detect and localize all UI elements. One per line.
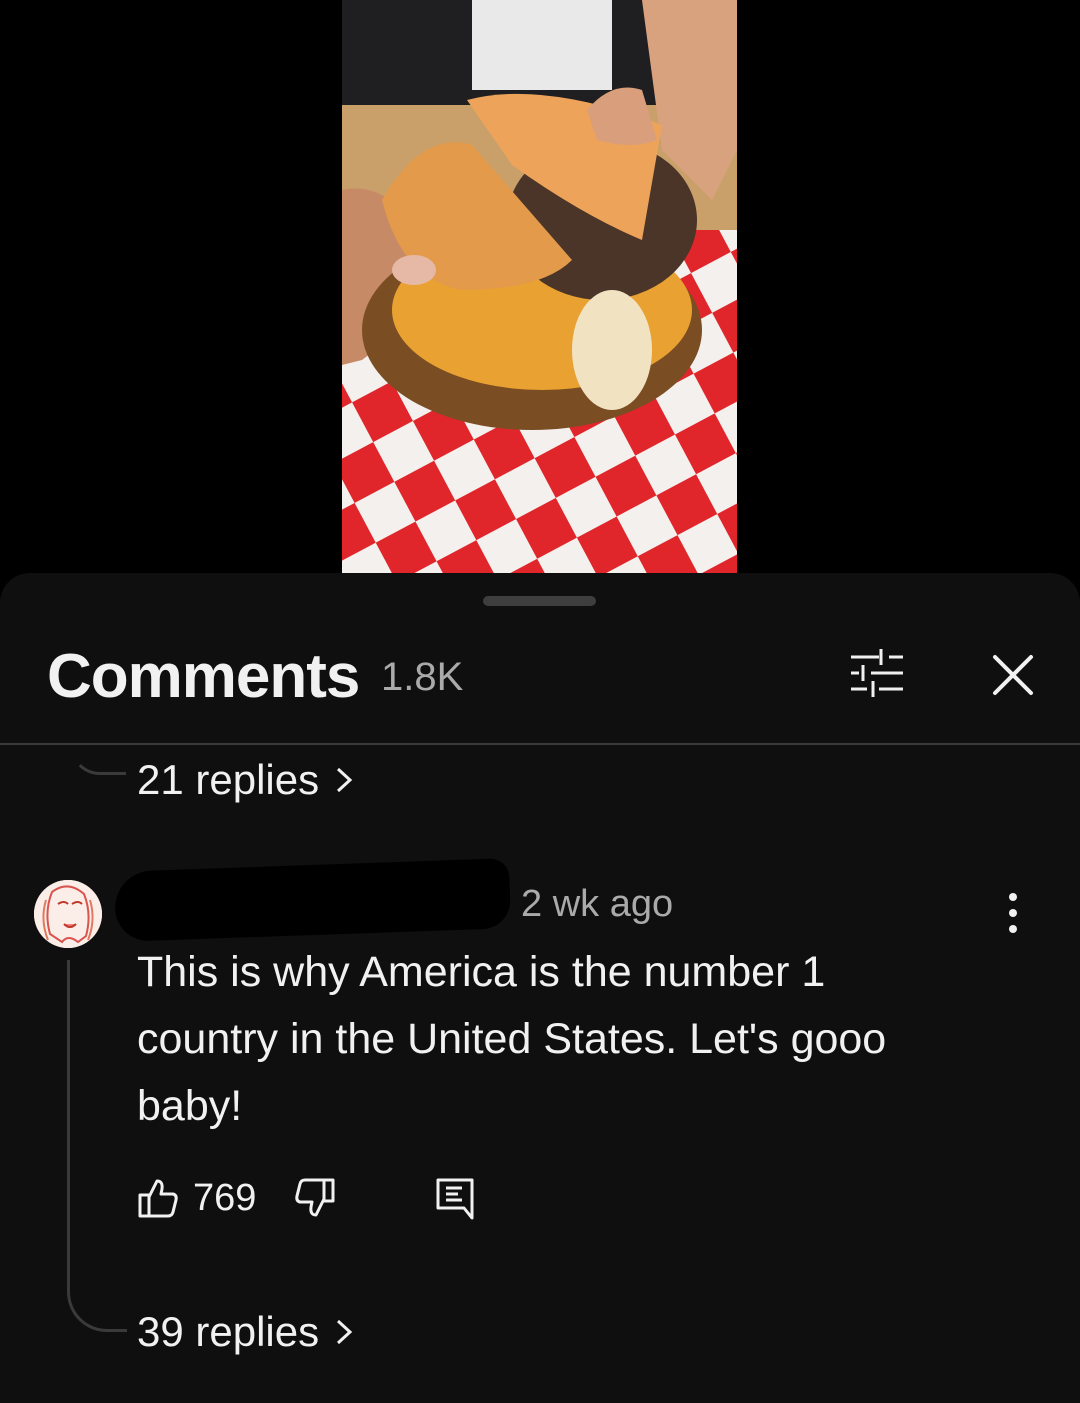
- replies-label: 21 replies: [137, 756, 320, 803]
- comment-actions: 769: [137, 1176, 476, 1220]
- video-frame[interactable]: [342, 0, 737, 573]
- dislike-button[interactable]: [294, 1177, 336, 1219]
- reply-button[interactable]: [434, 1176, 476, 1220]
- replies-label: 39 replies: [137, 1308, 320, 1355]
- thumbs-down-icon: [295, 1178, 335, 1217]
- reply-icon: [436, 1178, 474, 1220]
- view-replies-button[interactable]: 39 replies: [137, 1308, 355, 1356]
- video-player[interactable]: [0, 0, 1080, 573]
- view-replies-button[interactable]: 21 replies: [137, 756, 355, 804]
- comment-timestamp: 2 wk ago: [521, 883, 674, 925]
- comments-sheet: Comments 1.8K 21 replies 2 wk ago This i…: [0, 573, 1080, 1403]
- sliders-icon: [851, 649, 903, 697]
- comment-text: This is why America is the number 1 coun…: [137, 948, 887, 1130]
- burger-video-image: [342, 0, 737, 573]
- thumbs-up-icon: [138, 1179, 178, 1218]
- avatar-image: [34, 880, 102, 948]
- comments-title: Comments: [47, 642, 360, 711]
- close-icon: [993, 655, 1033, 695]
- avatar[interactable]: [34, 880, 102, 948]
- close-button[interactable]: [985, 647, 1041, 703]
- like-count: 769: [193, 1176, 257, 1219]
- comments-count: 1.8K: [381, 655, 464, 699]
- drag-handle[interactable]: [483, 596, 596, 606]
- more-options-button[interactable]: [995, 891, 1031, 935]
- chevron-right-icon: [337, 767, 353, 793]
- more-vert-icon: [1009, 893, 1017, 933]
- redaction-mark: [113, 858, 512, 942]
- thread-connector: [67, 960, 127, 1332]
- sort-filter-button[interactable]: [845, 643, 909, 707]
- header-divider: [0, 743, 1080, 745]
- thread-connector: [70, 745, 126, 775]
- chevron-right-icon: [337, 1319, 353, 1345]
- like-button[interactable]: 769: [137, 1177, 256, 1220]
